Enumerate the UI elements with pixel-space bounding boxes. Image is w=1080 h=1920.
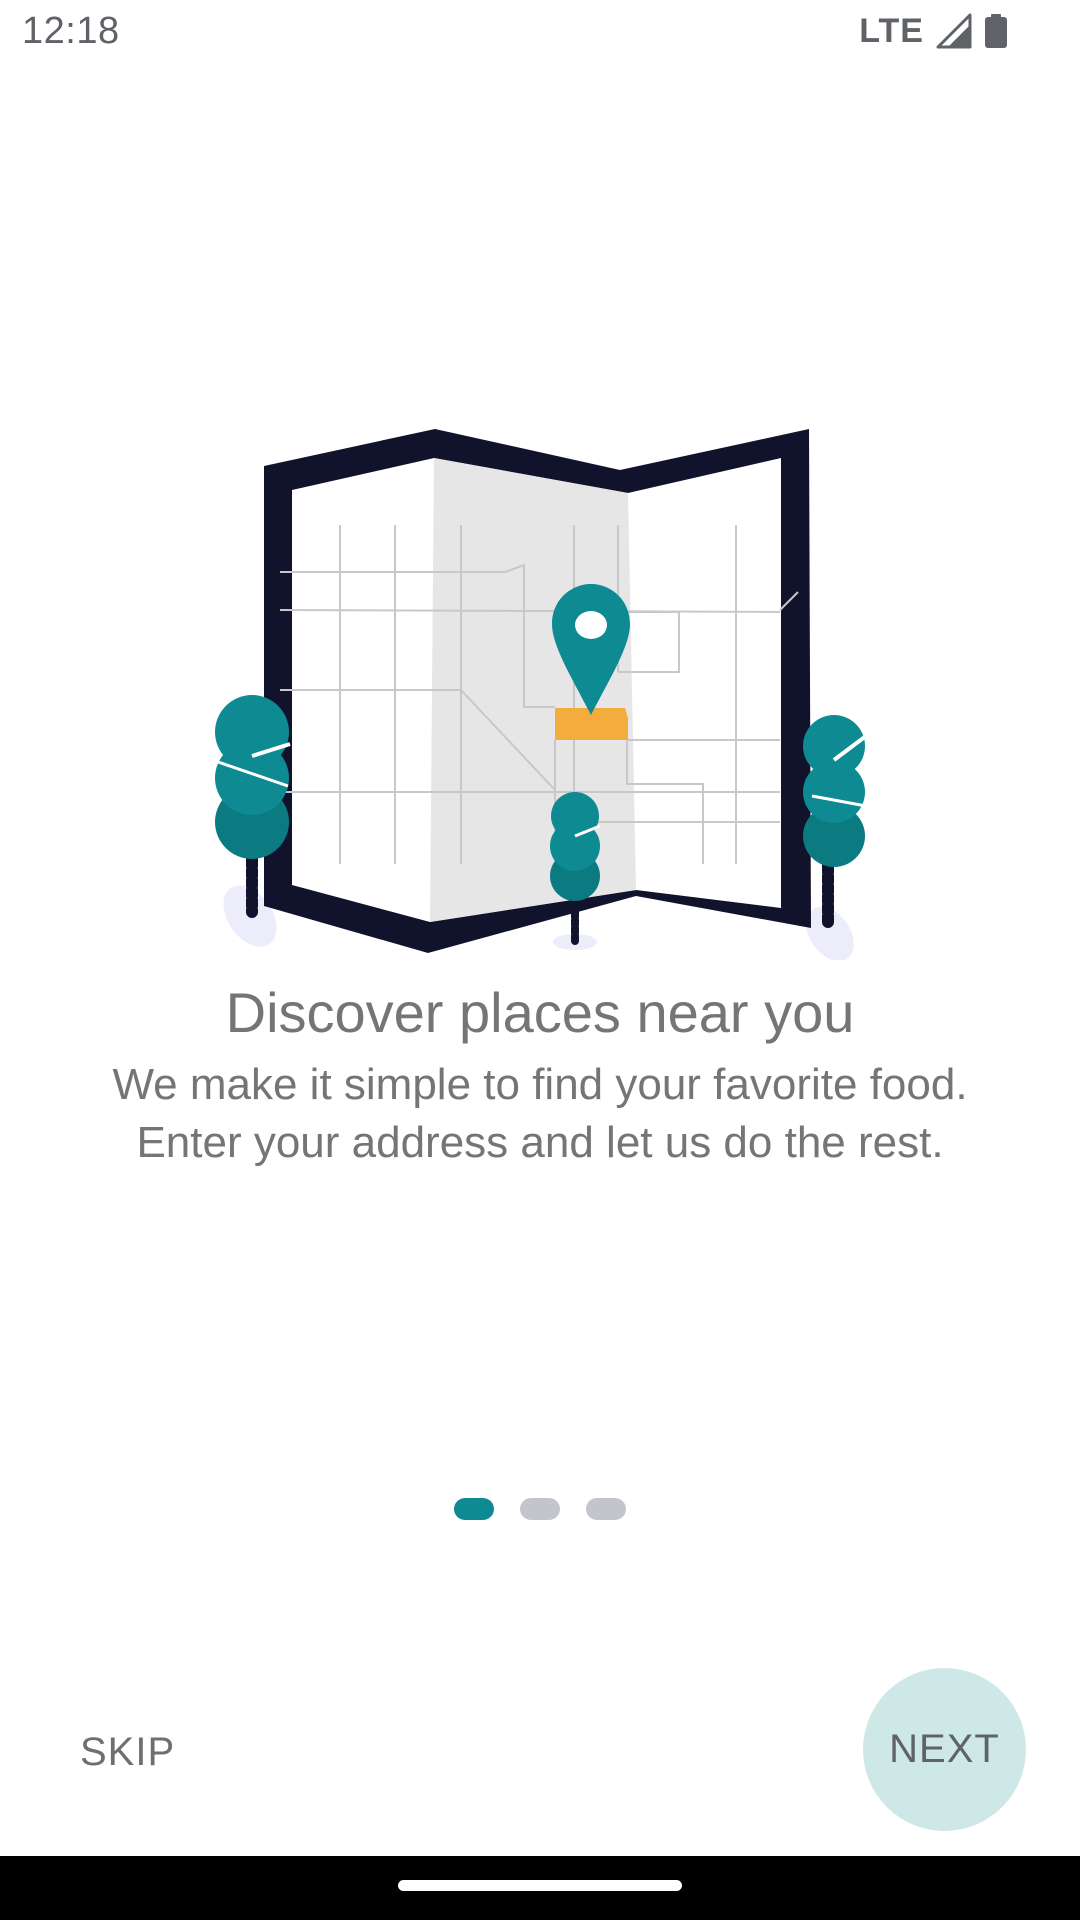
page-indicator bbox=[0, 1498, 1080, 1520]
home-gesture-handle[interactable] bbox=[398, 1880, 682, 1891]
description-line: We make it simple to find your favorite … bbox=[112, 1060, 968, 1109]
status-bar: 12:18 LTE bbox=[0, 0, 1080, 64]
next-button[interactable]: NEXT bbox=[863, 1668, 1026, 1831]
skip-button[interactable]: SKIP bbox=[60, 1720, 195, 1784]
status-time: 12:18 bbox=[22, 10, 120, 52]
onboarding-title: Discover places near you bbox=[225, 981, 855, 1044]
onboarding-description: We make it simple to find your favorite … bbox=[40, 1056, 1040, 1172]
page-dot-1[interactable] bbox=[454, 1498, 494, 1520]
page-dot-2[interactable] bbox=[520, 1498, 560, 1520]
page-dot-3[interactable] bbox=[586, 1498, 626, 1520]
onboarding-screen: 12:18 LTE Discover places near you We ma… bbox=[0, 0, 1080, 1920]
battery-icon bbox=[985, 14, 1007, 48]
network-type: LTE bbox=[859, 11, 924, 50]
map-location-icon bbox=[215, 429, 868, 960]
description-line: Enter your address and let us do the res… bbox=[136, 1118, 944, 1167]
navigation-bar bbox=[0, 1856, 1080, 1920]
status-icons: LTE bbox=[859, 8, 1008, 54]
signal-icon bbox=[936, 13, 972, 49]
